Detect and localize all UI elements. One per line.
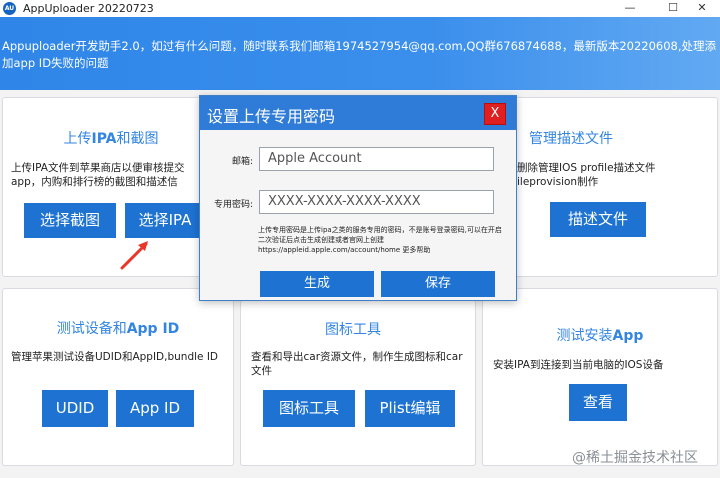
watermark-text: @稀土掘金技术社区 xyxy=(572,450,698,466)
red-arrow-icon xyxy=(120,241,148,270)
password-label: 专用密码: xyxy=(213,200,253,210)
window-title: AppUploader 20220723 xyxy=(23,2,154,15)
card-title-devices-prefix: 测试设备和 xyxy=(56,321,127,337)
card-title-upload-bold: IPA xyxy=(91,131,117,147)
select-screenshot-button[interactable]: 选择截图 xyxy=(24,203,116,238)
profile-button[interactable]: 描述文件 xyxy=(550,202,646,237)
window-titlebar: AU AppUploader 20220723 — ☐ ✕ xyxy=(0,0,720,17)
email-label: 邮箱: xyxy=(231,157,253,167)
card-icon-tools: 图标工具 查看和导出car资源文件，制作生成图标和car文件 图标工具 Plis… xyxy=(240,300,476,466)
email-field[interactable]: Apple Account xyxy=(259,147,494,171)
card-desc-upload: 上传IPA文件到苹果商店以便审核提交app，内购和排行榜的截图和描述信 xyxy=(11,162,185,188)
dialog-title: 设置上传专用密码 xyxy=(207,107,336,126)
generate-button[interactable]: 生成 xyxy=(260,271,374,297)
dialog-close-button[interactable]: X xyxy=(484,103,506,125)
info-banner: Appuploader开发助手2.0，如过有什么问题，随时联系我们邮箱19745… xyxy=(0,17,720,90)
dialog-hint-text: 上传专用密码是上传ipa之类的服务专用的密码，不是账号登录密码,可以在开启二次验… xyxy=(258,226,502,254)
card-profile: 管理描述文件 删除管理IOS profile描述文件 ileprovision制… xyxy=(482,97,718,277)
icon-tool-button[interactable]: 图标工具 xyxy=(263,390,355,427)
udid-button[interactable]: UDID xyxy=(42,390,108,427)
card-desc-icons: 查看和导出car资源文件，制作生成图标和car文件 xyxy=(251,351,463,377)
card-title-icons: 图标工具 xyxy=(325,322,381,338)
card-desc-install: 安装IPA到连接到当前电脑的IOS设备 xyxy=(493,359,664,371)
dialog-header: 设置上传专用密码 X xyxy=(200,96,516,130)
banner-text: Appuploader开发助手2.0，如过有什么问题，随时联系我们邮箱19745… xyxy=(2,39,717,70)
app-icon: AU xyxy=(3,2,16,15)
card-title-upload-suffix: 和截图 xyxy=(116,131,159,147)
card-title-upload: 上传IPA和截图 xyxy=(0,128,226,148)
minimize-button[interactable]: — xyxy=(612,0,648,17)
card-title-install-bold: App xyxy=(612,328,644,344)
card-desc-devices: 管理苹果测试设备UDID和AppID,bundle ID xyxy=(11,351,219,363)
plist-edit-button[interactable]: Plist编辑 xyxy=(365,390,455,427)
card-title-upload-prefix: 上传 xyxy=(63,131,92,147)
card-title-install-prefix: 测试安装 xyxy=(556,328,613,344)
card-install: 测试安装App 安装IPA到连接到当前电脑的IOS设备 查看 xyxy=(482,288,718,466)
save-button[interactable]: 保存 xyxy=(381,271,495,297)
card-title-profile: 管理描述文件 xyxy=(529,131,613,147)
view-install-button[interactable]: 查看 xyxy=(569,384,627,421)
close-window-button[interactable]: ✕ xyxy=(684,0,720,17)
card-desc-profile: 删除管理IOS profile描述文件 ileprovision制作 xyxy=(517,162,656,188)
card-title-devices: 测试设备和App ID xyxy=(3,318,233,338)
upload-password-dialog: 设置上传专用密码 X 邮箱: Apple Account 专用密码: XXXX-… xyxy=(199,95,517,301)
card-title-devices-bold: App ID xyxy=(126,321,180,337)
card-title-install: 测试安装App xyxy=(483,325,717,345)
card-devices: 测试设备和App ID 管理苹果测试设备UDID和AppID,bundle ID… xyxy=(2,288,234,466)
app-id-button[interactable]: App ID xyxy=(116,390,194,427)
app-password-field[interactable]: XXXX-XXXX-XXXX-XXXX xyxy=(259,190,494,214)
select-ipa-button[interactable]: 选择IPA xyxy=(125,203,205,238)
